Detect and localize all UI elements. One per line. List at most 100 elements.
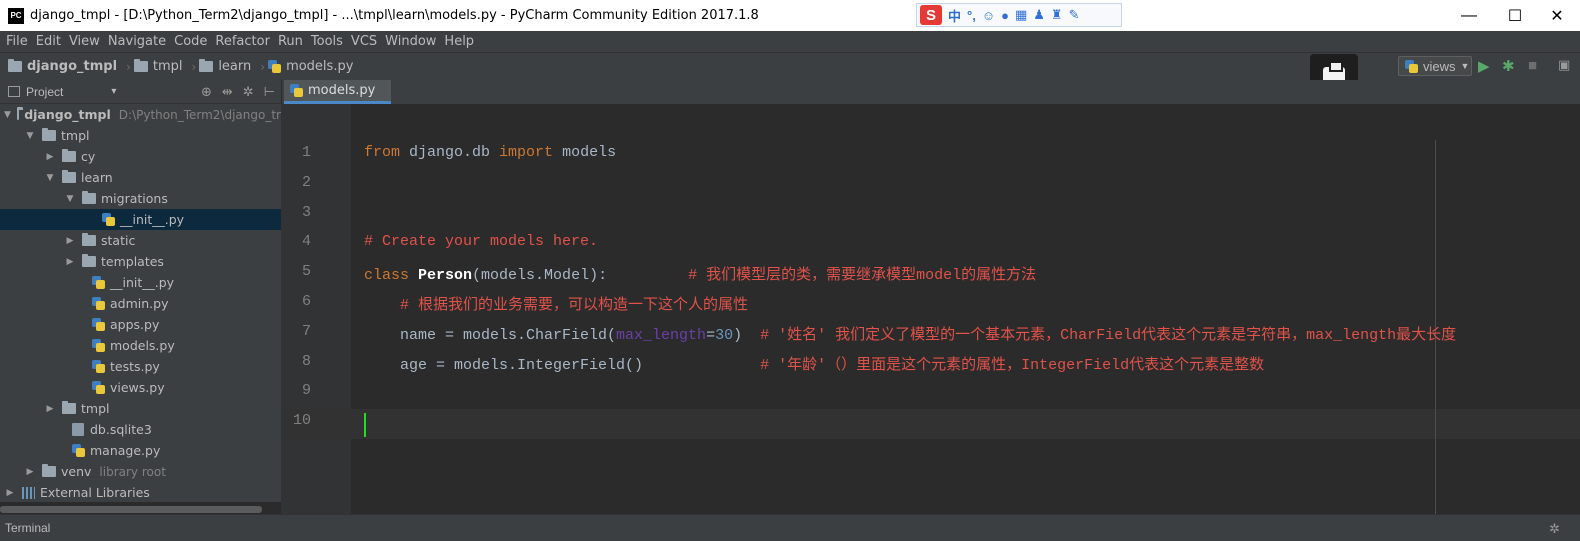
code-editor[interactable]: 1 2 3 4 5 6 7 8 9 10 from django.db import models #… xyxy=(281,104,1580,514)
maximize-button[interactable]: ☐ xyxy=(1492,0,1538,31)
collapse-icon[interactable]: ⇹ xyxy=(222,84,233,100)
ime-lang-toggle[interactable]: 中 xyxy=(948,6,961,25)
menu-edit[interactable]: Edit xyxy=(32,34,65,49)
tree-scrollbar[interactable] xyxy=(0,506,262,513)
tree-item-label: cy xyxy=(81,149,96,164)
tree-item[interactable]: admin.py xyxy=(0,293,281,314)
breadcrumb-separator: › xyxy=(191,59,197,74)
menu-code[interactable]: Code xyxy=(170,34,211,49)
project-panel-title[interactable]: Project xyxy=(26,85,63,99)
tree-item[interactable]: ▶ External Libraries xyxy=(0,482,281,503)
expanded-arrow-icon[interactable]: ▼ xyxy=(64,194,76,204)
code-token: = xyxy=(706,326,716,344)
tree-item[interactable]: ▼ django_tmpl D:\Python_Term2\django_tr xyxy=(0,104,281,125)
menu-vcs[interactable]: VCS xyxy=(347,34,381,49)
folder-icon xyxy=(42,128,56,141)
folder-icon xyxy=(199,59,214,72)
project-view-dropdown[interactable]: ▾ xyxy=(111,86,116,97)
tree-item[interactable]: tests.py xyxy=(0,356,281,377)
python-file-icon xyxy=(92,297,105,310)
expanded-arrow-icon[interactable]: ▼ xyxy=(44,173,56,183)
tree-item[interactable]: ▶ venv library root xyxy=(0,461,281,482)
skin-icon[interactable]: ♟ xyxy=(1033,7,1045,23)
tree-item-label: venv xyxy=(61,464,92,479)
terminal-tool-button[interactable]: Terminal xyxy=(5,521,50,535)
menu-window[interactable]: Window xyxy=(381,34,440,49)
mic-icon[interactable]: ● xyxy=(1001,8,1009,23)
project-structure-icon[interactable]: ▣ xyxy=(1558,57,1570,73)
tree-item-label: learn xyxy=(81,170,113,185)
sogou-logo-icon[interactable]: S xyxy=(920,5,942,25)
collapsed-arrow-icon[interactable]: ▶ xyxy=(44,404,56,414)
menu-file[interactable]: File xyxy=(2,34,32,49)
emoji-icon[interactable]: ☺ xyxy=(982,8,995,23)
tree-item[interactable]: manage.py xyxy=(0,440,281,461)
collapsed-arrow-icon[interactable]: ▶ xyxy=(64,257,76,267)
chevron-down-icon: ▼ xyxy=(1460,61,1470,71)
menu-view[interactable]: View xyxy=(65,34,104,49)
tree-item[interactable]: views.py xyxy=(0,377,281,398)
gear-icon[interactable]: ✲ xyxy=(243,84,254,100)
ime-punct-toggle[interactable]: °, xyxy=(967,8,976,23)
tree-item[interactable]: models.py xyxy=(0,335,281,356)
breadcrumb-tmpl[interactable]: tmpl xyxy=(133,59,183,74)
menu-help[interactable]: Help xyxy=(440,34,478,49)
breadcrumb-separator: › xyxy=(260,59,266,74)
tree-item-label: admin.py xyxy=(110,296,169,311)
collapsed-arrow-icon[interactable]: ▶ xyxy=(24,467,36,477)
tab-models-py[interactable]: models.py xyxy=(284,80,391,104)
stop-button[interactable]: ■ xyxy=(1528,57,1537,74)
code-token: 30 xyxy=(715,326,734,344)
collapsed-arrow-icon[interactable]: ▶ xyxy=(44,152,56,162)
tree-item[interactable]: ▶ tmpl xyxy=(0,398,281,419)
minimize-button[interactable]: — xyxy=(1446,0,1492,31)
run-button[interactable]: ▶ xyxy=(1478,57,1490,75)
tree-item[interactable]: ▶ templates xyxy=(0,251,281,272)
tree-item[interactable]: __init__.py xyxy=(0,209,281,230)
folder-icon xyxy=(82,191,96,204)
line-number: 9 xyxy=(301,382,311,400)
breadcrumb-learn[interactable]: learn xyxy=(199,59,251,74)
line-number: 10 xyxy=(292,412,311,430)
title-bar: PC django_tmpl - [D:\Python_Term2\django… xyxy=(0,0,1580,31)
gear-icon[interactable]: ✲ xyxy=(1549,521,1560,537)
tree-item-hint: D:\Python_Term2\django_tr xyxy=(118,107,281,122)
breadcrumb-file[interactable]: models.py xyxy=(268,59,353,74)
python-file-icon xyxy=(290,84,303,97)
line-number: 4 xyxy=(301,233,311,251)
shirt-icon[interactable]: ♜ xyxy=(1051,7,1063,23)
expanded-arrow-icon[interactable]: ▼ xyxy=(4,110,11,120)
tree-item[interactable]: ▶ cy xyxy=(0,146,281,167)
run-config-select[interactable]: views ▼ xyxy=(1398,56,1472,76)
tree-item[interactable]: ▼ tmpl xyxy=(0,125,281,146)
line-number: 8 xyxy=(301,352,311,370)
tree-item[interactable]: ▼ learn xyxy=(0,167,281,188)
menu-refactor[interactable]: Refactor xyxy=(211,34,274,49)
project-tree: ▼ django_tmpl D:\Python_Term2\django_tr ▼ tm… xyxy=(0,104,281,502)
ime-toolbar[interactable]: S 中 °, ☺ ● ▦ ♟ ♜ ✎ xyxy=(916,3,1122,27)
collapsed-arrow-icon[interactable]: ▶ xyxy=(4,488,16,498)
keyboard-icon[interactable]: ▦ xyxy=(1015,7,1027,23)
expanded-arrow-icon[interactable]: ▼ xyxy=(24,131,36,141)
line-number: 5 xyxy=(301,263,311,281)
tools-icon[interactable]: ✎ xyxy=(1069,7,1080,23)
line-number: 2 xyxy=(301,173,311,191)
tree-item[interactable]: __init__.py xyxy=(0,272,281,293)
breadcrumb-project[interactable]: django_tmpl xyxy=(8,59,117,74)
tree-item-label: templates xyxy=(101,254,164,269)
debug-button[interactable]: ✱ xyxy=(1502,57,1515,75)
menu-tools[interactable]: Tools xyxy=(307,34,347,49)
close-button[interactable]: ✕ xyxy=(1534,0,1580,31)
menu-run[interactable]: Run xyxy=(274,34,307,49)
menu-navigate[interactable]: Navigate xyxy=(104,34,170,49)
tree-item[interactable]: ▼ migrations xyxy=(0,188,281,209)
collapsed-arrow-icon[interactable]: ▶ xyxy=(64,236,76,246)
tree-item[interactable]: apps.py xyxy=(0,314,281,335)
hide-panel-icon[interactable]: ⊢ xyxy=(264,84,275,100)
window-title: django_tmpl - [D:\Python_Term2\django_tm… xyxy=(30,8,759,23)
tree-item[interactable]: ▶ static xyxy=(0,230,281,251)
tree-item-label: django_tmpl xyxy=(24,107,111,122)
python-file-icon xyxy=(92,381,105,394)
tree-item[interactable]: db.sqlite3 xyxy=(0,419,281,440)
locate-icon[interactable]: ⊕ xyxy=(201,84,212,100)
